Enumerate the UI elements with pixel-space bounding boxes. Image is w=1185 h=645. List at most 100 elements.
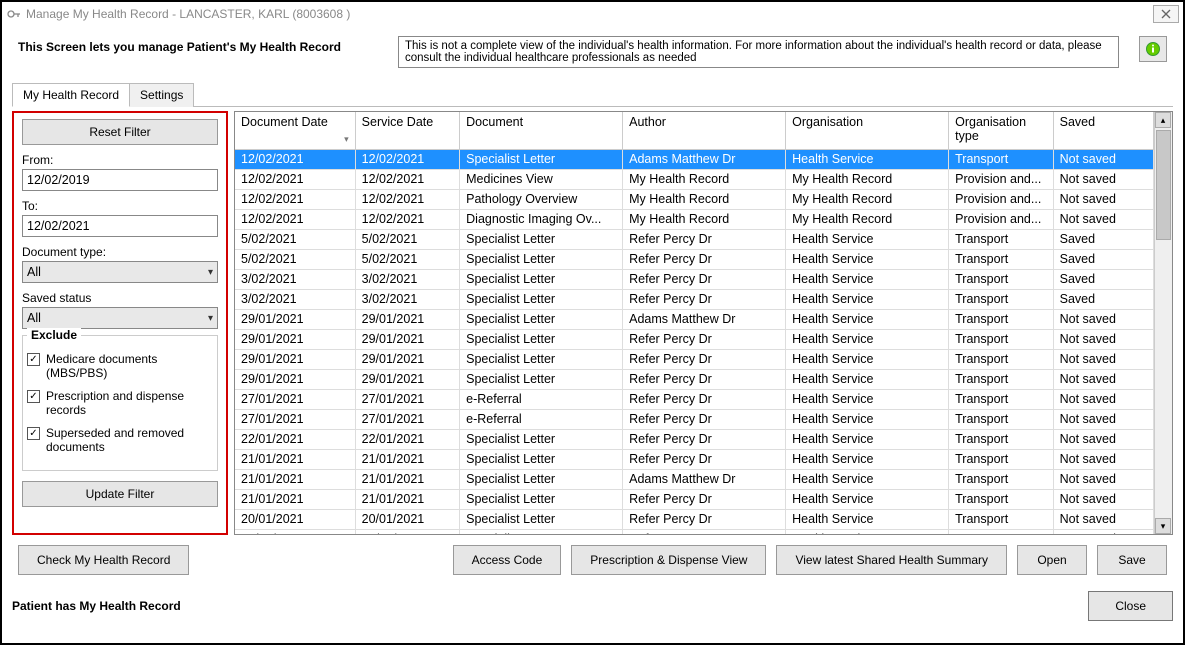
table-cell: Health Service [786, 409, 949, 429]
table-cell: 29/01/2021 [355, 369, 459, 389]
table-row[interactable]: 29/01/202129/01/2021Specialist LetterRef… [235, 349, 1154, 369]
records-table-container: Document Date▾ Service Date Document Aut… [234, 111, 1173, 535]
col-organisation-type[interactable]: Organisation type [949, 112, 1053, 149]
table-cell: Saved [1053, 229, 1153, 249]
table-cell: Provision and... [949, 189, 1053, 209]
table-cell: 5/02/2021 [235, 229, 355, 249]
table-cell: Refer Percy Dr [623, 289, 786, 309]
table-cell: Refer Percy Dr [623, 409, 786, 429]
table-cell: 12/02/2021 [235, 209, 355, 229]
table-row[interactable]: 27/01/202127/01/2021e-ReferralRefer Perc… [235, 389, 1154, 409]
saved-status-select[interactable]: All ▾ [22, 307, 218, 329]
vertical-scrollbar[interactable]: ▴ ▾ [1154, 112, 1172, 534]
table-row[interactable]: 5/02/20215/02/2021Specialist LetterRefer… [235, 229, 1154, 249]
table-row[interactable]: 3/02/20213/02/2021Specialist LetterRefer… [235, 269, 1154, 289]
table-cell: Transport [949, 349, 1053, 369]
table-cell: 19/01/2021 [355, 529, 459, 534]
table-cell: Specialist Letter [460, 309, 623, 329]
table-row[interactable]: 29/01/202129/01/2021Specialist LetterRef… [235, 329, 1154, 349]
table-cell: Transport [949, 529, 1053, 534]
table-row[interactable]: 21/01/202121/01/2021Specialist LetterRef… [235, 489, 1154, 509]
save-button[interactable]: Save [1097, 545, 1167, 575]
table-cell: Transport [949, 249, 1053, 269]
table-cell: Health Service [786, 149, 949, 169]
table-cell: Health Service [786, 329, 949, 349]
from-date-input[interactable] [22, 169, 218, 191]
table-cell: Health Service [786, 529, 949, 534]
table-row[interactable]: 27/01/202127/01/2021e-ReferralRefer Perc… [235, 409, 1154, 429]
table-cell: Specialist Letter [460, 489, 623, 509]
table-cell: 12/02/2021 [355, 189, 459, 209]
table-row[interactable]: 19/01/202119/01/2021Specialist LetterRef… [235, 529, 1154, 534]
table-cell: Specialist Letter [460, 329, 623, 349]
document-type-select[interactable]: All ▾ [22, 261, 218, 283]
medicare-checkbox-label: Medicare documents (MBS/PBS) [46, 352, 213, 381]
open-button[interactable]: Open [1017, 545, 1087, 575]
to-date-input[interactable] [22, 215, 218, 237]
superseded-checkbox[interactable]: ✓ [27, 427, 40, 440]
tab-strip: My Health Record Settings [12, 82, 1173, 107]
table-cell: 22/01/2021 [355, 429, 459, 449]
table-cell: Transport [949, 509, 1053, 529]
table-row[interactable]: 12/02/202112/02/2021Medicines ViewMy Hea… [235, 169, 1154, 189]
table-cell: Health Service [786, 369, 949, 389]
medicare-checkbox[interactable]: ✓ [27, 353, 40, 366]
table-cell: Saved [1053, 269, 1153, 289]
table-cell: 29/01/2021 [355, 329, 459, 349]
check-my-health-record-button[interactable]: Check My Health Record [18, 545, 189, 575]
table-cell: Specialist Letter [460, 529, 623, 534]
table-row[interactable]: 29/01/202129/01/2021Specialist LetterRef… [235, 369, 1154, 389]
table-cell: Not saved [1053, 509, 1153, 529]
table-row[interactable]: 5/02/20215/02/2021Specialist LetterRefer… [235, 249, 1154, 269]
table-cell: Health Service [786, 449, 949, 469]
table-row[interactable]: 12/02/202112/02/2021Diagnostic Imaging O… [235, 209, 1154, 229]
table-row[interactable]: 21/01/202121/01/2021Specialist LetterRef… [235, 449, 1154, 469]
scroll-down-arrow-icon[interactable]: ▾ [1155, 518, 1171, 534]
table-cell: Saved [1053, 289, 1153, 309]
table-cell: Transport [949, 469, 1053, 489]
update-filter-button[interactable]: Update Filter [22, 481, 218, 507]
table-cell: Saved [1053, 249, 1153, 269]
table-row[interactable]: 12/02/202112/02/2021Specialist LetterAda… [235, 149, 1154, 169]
access-code-button[interactable]: Access Code [453, 545, 562, 575]
table-cell: 27/01/2021 [355, 389, 459, 409]
prescription-dispense-view-button[interactable]: Prescription & Dispense View [571, 545, 766, 575]
table-cell: 12/02/2021 [235, 149, 355, 169]
table-cell: Health Service [786, 509, 949, 529]
prescription-checkbox[interactable]: ✓ [27, 390, 40, 403]
col-author[interactable]: Author [623, 112, 786, 149]
table-row[interactable]: 20/01/202120/01/2021Specialist LetterRef… [235, 509, 1154, 529]
col-saved[interactable]: Saved [1053, 112, 1153, 149]
table-row[interactable]: 3/02/20213/02/2021Specialist LetterRefer… [235, 289, 1154, 309]
from-label: From: [22, 153, 218, 167]
table-cell: Transport [949, 309, 1053, 329]
col-document[interactable]: Document [460, 112, 623, 149]
table-cell: 27/01/2021 [235, 389, 355, 409]
table-cell: Transport [949, 429, 1053, 449]
info-button[interactable] [1139, 36, 1167, 62]
table-cell: Health Service [786, 249, 949, 269]
close-button[interactable]: Close [1088, 591, 1173, 621]
tab-settings[interactable]: Settings [129, 83, 194, 107]
view-shared-health-summary-button[interactable]: View latest Shared Health Summary [776, 545, 1007, 575]
col-document-date[interactable]: Document Date▾ [235, 112, 355, 149]
table-row[interactable]: 22/01/202122/01/2021Specialist LetterRef… [235, 429, 1154, 449]
table-cell: Specialist Letter [460, 469, 623, 489]
table-row[interactable]: 21/01/202121/01/2021Specialist LetterAda… [235, 469, 1154, 489]
exclude-legend: Exclude [27, 328, 81, 342]
scroll-up-arrow-icon[interactable]: ▴ [1155, 112, 1171, 128]
document-type-label: Document type: [22, 245, 218, 259]
table-cell: Not saved [1053, 449, 1153, 469]
table-row[interactable]: 12/02/202112/02/2021Pathology OverviewMy… [235, 189, 1154, 209]
scrollbar-thumb[interactable] [1156, 130, 1171, 240]
tab-my-health-record[interactable]: My Health Record [12, 83, 130, 107]
table-cell: Specialist Letter [460, 429, 623, 449]
col-service-date[interactable]: Service Date [355, 112, 459, 149]
table-cell: Specialist Letter [460, 509, 623, 529]
table-cell: 3/02/2021 [235, 289, 355, 309]
col-organisation[interactable]: Organisation [786, 112, 949, 149]
window-close-button[interactable] [1153, 5, 1179, 23]
reset-filter-button[interactable]: Reset Filter [22, 119, 218, 145]
table-cell: Adams Matthew Dr [623, 149, 786, 169]
table-row[interactable]: 29/01/202129/01/2021Specialist LetterAda… [235, 309, 1154, 329]
